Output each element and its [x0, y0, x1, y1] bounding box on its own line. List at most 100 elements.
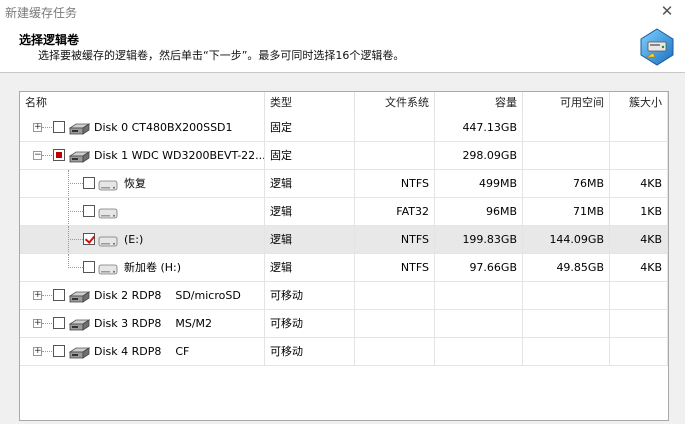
filesystem-cell — [355, 142, 435, 169]
page-title: 选择逻辑卷 — [19, 33, 80, 47]
disk-row[interactable]: + Disk 3 RDP8 MS/M2 可移动 — [20, 310, 668, 338]
capacity-cell — [435, 338, 523, 365]
capacity-cell: 97.66GB — [435, 254, 523, 281]
hard-disk-icon — [68, 288, 91, 304]
row-name-label: Disk 4 RDP8 CF — [94, 345, 190, 358]
name-cell: + Disk 0 CT480BX200SSD1 — [20, 114, 265, 141]
tree-connector — [68, 254, 69, 268]
type-cell: 固定 — [265, 114, 355, 141]
cluster-size-cell: 4KB — [610, 170, 668, 197]
volume-checkbox[interactable] — [53, 121, 65, 133]
wizard-disk-icon — [640, 28, 674, 66]
volume-checkbox[interactable] — [83, 261, 95, 273]
filesystem-cell — [355, 310, 435, 337]
cluster-size-cell — [610, 310, 668, 337]
page-subtitle: 选择要被缓存的逻辑卷，然后单击“下一步”。最多可同时选择16个逻辑卷。 — [38, 49, 405, 62]
hard-disk-icon — [68, 148, 91, 164]
close-icon[interactable]: ✕ — [659, 2, 675, 20]
filesystem-cell — [355, 338, 435, 365]
disk-row[interactable]: + Disk 4 RDP8 CF 可移动 — [20, 338, 668, 366]
type-cell: 固定 — [265, 142, 355, 169]
volume-checkbox[interactable] — [53, 149, 65, 161]
row-name-label: Disk 2 RDP8 SD/microSD — [94, 289, 241, 302]
column-header: 名称 类型 文件系统 容量 可用空间 簇大小 — [20, 92, 668, 114]
collapse-icon[interactable]: − — [33, 151, 42, 160]
free-space-cell: 76MB — [523, 170, 610, 197]
tree-connector — [42, 127, 52, 129]
volume-checkbox[interactable] — [53, 345, 65, 357]
col-type[interactable]: 类型 — [265, 92, 355, 114]
filesystem-cell: NTFS — [355, 226, 435, 253]
volume-checkbox[interactable] — [83, 177, 95, 189]
free-space-cell: 71MB — [523, 198, 610, 225]
capacity-cell: 96MB — [435, 198, 523, 225]
window-title: 新建缓存任务 — [5, 6, 78, 20]
cluster-size-cell: 4KB — [610, 226, 668, 253]
tree-connector — [42, 323, 52, 325]
name-cell — [20, 198, 265, 225]
volume-row[interactable]: 逻辑 FAT32 96MB 71MB 1KB — [20, 198, 668, 226]
col-filesystem[interactable]: 文件系统 — [355, 92, 435, 114]
cluster-size-cell — [610, 114, 668, 141]
expand-icon[interactable]: + — [33, 347, 42, 356]
name-cell: 恢复 — [20, 170, 265, 197]
cluster-size-cell — [610, 142, 668, 169]
volume-drive-icon — [98, 204, 120, 220]
free-space-cell: 144.09GB — [523, 226, 610, 253]
tree-connector — [68, 239, 83, 241]
title-bar: 新建缓存任务 ✕ — [0, 0, 685, 22]
cluster-size-cell: 4KB — [610, 254, 668, 281]
volume-checkbox[interactable] — [83, 205, 95, 217]
volume-checkbox[interactable] — [53, 317, 65, 329]
filesystem-cell: NTFS — [355, 254, 435, 281]
name-cell: + Disk 3 RDP8 MS/M2 — [20, 310, 265, 337]
expand-icon[interactable]: + — [33, 123, 42, 132]
cluster-size-cell: 1KB — [610, 198, 668, 225]
hard-disk-icon — [68, 344, 91, 360]
hard-disk-icon — [68, 316, 91, 332]
expand-icon[interactable]: + — [33, 291, 42, 300]
row-name-label: Disk 0 CT480BX200SSD1 — [94, 121, 233, 134]
hard-disk-icon — [68, 120, 91, 136]
col-free-space[interactable]: 可用空间 — [523, 92, 610, 114]
type-cell: 可移动 — [265, 338, 355, 365]
name-cell: + Disk 2 RDP8 SD/microSD — [20, 282, 265, 309]
free-space-cell: 49.85GB — [523, 254, 610, 281]
row-name-label: (E:) — [124, 233, 144, 246]
free-space-cell — [523, 282, 610, 309]
name-cell: + Disk 4 RDP8 CF — [20, 338, 265, 365]
volume-checkbox[interactable] — [83, 233, 95, 245]
row-name-label: 恢复 — [124, 177, 146, 190]
volume-list[interactable]: 名称 类型 文件系统 容量 可用空间 簇大小 + Disk 0 CT480BX20… — [19, 91, 669, 421]
disk-row[interactable]: − Disk 1 WDC WD3200BEVT-22... 固定 298.09GB — [20, 142, 668, 170]
free-space-cell — [523, 114, 610, 141]
col-cluster-size[interactable]: 簇大小 — [610, 92, 668, 114]
volume-row[interactable]: 恢复 逻辑 NTFS 499MB 76MB 4KB — [20, 170, 668, 198]
volume-row[interactable]: (E:) 逻辑 NTFS 199.83GB 144.09GB 4KB — [20, 226, 668, 254]
disk-row[interactable]: + Disk 0 CT480BX200SSD1 固定 447.13GB — [20, 114, 668, 142]
capacity-cell — [435, 282, 523, 309]
type-cell: 逻辑 — [265, 198, 355, 225]
volume-row[interactable]: 新加卷 (H:) 逻辑 NTFS 97.66GB 49.85GB 4KB — [20, 254, 668, 282]
cluster-size-cell — [610, 338, 668, 365]
row-name-label: Disk 1 WDC WD3200BEVT-22... — [94, 149, 265, 162]
type-cell: 逻辑 — [265, 170, 355, 197]
col-name[interactable]: 名称 — [20, 92, 265, 114]
type-cell: 逻辑 — [265, 254, 355, 281]
capacity-cell: 447.13GB — [435, 114, 523, 141]
free-space-cell — [523, 142, 610, 169]
capacity-cell: 499MB — [435, 170, 523, 197]
col-capacity[interactable]: 容量 — [435, 92, 523, 114]
volume-drive-icon — [98, 260, 120, 276]
tree-connector — [42, 295, 52, 297]
expand-icon[interactable]: + — [33, 319, 42, 328]
disk-row[interactable]: + Disk 2 RDP8 SD/microSD 可移动 — [20, 282, 668, 310]
row-name-label: Disk 3 RDP8 MS/M2 — [94, 317, 213, 330]
volume-checkbox[interactable] — [53, 289, 65, 301]
name-cell: (E:) — [20, 226, 265, 253]
free-space-cell — [523, 310, 610, 337]
tree-connector — [68, 267, 83, 269]
row-name-label: 新加卷 (H:) — [124, 261, 182, 274]
filesystem-cell: FAT32 — [355, 198, 435, 225]
filesystem-cell — [355, 282, 435, 309]
